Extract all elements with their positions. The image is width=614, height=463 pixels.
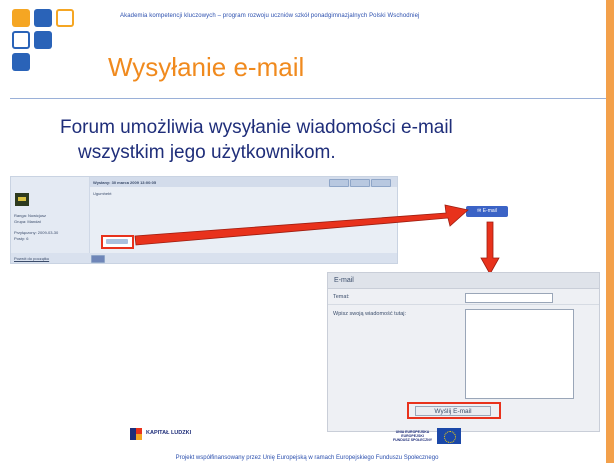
- forum-rank-label: Ranga: Nowicjusz: [14, 213, 47, 218]
- kapital-ludzki-logo: KAPITAŁ LUDZKI: [130, 427, 192, 440]
- eu-text: UNIA EUROPEJSKA EUROPEJSKI FUNDUSZ SPOŁE…: [393, 430, 432, 442]
- title-divider: [10, 98, 606, 99]
- body-text: Forum umożliwia wysyłanie wiadomości e-m…: [60, 115, 580, 165]
- slide: Akademia kompetencji kluczowych – progra…: [0, 0, 614, 463]
- forum-post-footer: [11, 253, 397, 263]
- forum-joined-label: Przyłączony: 2009-03-30: [14, 230, 59, 235]
- form-divider: [328, 304, 599, 305]
- subject-input[interactable]: [465, 293, 553, 303]
- right-accent-stripe: [606, 0, 614, 463]
- forum-post-screenshot: Wysłany: 30 marca 2009 13:00:05 Ugumhebt…: [10, 176, 398, 264]
- forum-group-label: Grupa: Mandat: [14, 219, 41, 224]
- logo-square-blue-2: [34, 31, 52, 49]
- email-button-zoomed-label: E-mail: [482, 208, 497, 214]
- eu-line-3: FUNDUSZ SPOŁECZNY: [393, 438, 433, 442]
- back-to-top-link[interactable]: Powrót do początku: [14, 256, 49, 261]
- footer-text: Projekt współfinansowany przez Unię Euro…: [175, 455, 439, 461]
- logo-square-orange: [12, 9, 30, 27]
- forum-greeting: Ugumhebt: [93, 191, 112, 196]
- logo-square-outline-blue: [12, 31, 30, 49]
- email-button-zoomed[interactable]: ✉ E-mail: [466, 206, 508, 217]
- subject-label: Temat:: [333, 294, 350, 300]
- delete-button[interactable]: [371, 179, 391, 187]
- eu-flag-icon: [437, 428, 462, 444]
- message-textarea[interactable]: [465, 309, 574, 399]
- program-header: Akademia kompetencji kluczowych – progra…: [120, 13, 420, 19]
- email-button-small[interactable]: [106, 239, 128, 244]
- profile-button[interactable]: [91, 255, 105, 263]
- send-button-highlight: Wyślij E-mail: [407, 402, 501, 419]
- kapital-ludzki-text: KAPITAŁ LUDZKI: [146, 430, 192, 436]
- logo-square-outline-orange: [56, 9, 74, 27]
- email-button-highlight[interactable]: [101, 235, 134, 249]
- eu-logo: UNIA EUROPEJSKA EUROPEJSKI FUNDUSZ SPOŁE…: [393, 428, 462, 444]
- email-form: E-mail Temat: Wpisz swoją wiadomość tuta…: [327, 272, 600, 432]
- quote-button[interactable]: [329, 179, 349, 187]
- edit-button[interactable]: [350, 179, 370, 187]
- eu-stars: [444, 431, 457, 443]
- send-email-button[interactable]: Wyślij E-mail: [415, 406, 491, 416]
- user-avatar: [15, 193, 29, 206]
- logo-square-blue: [34, 9, 52, 27]
- down-arrow: [480, 221, 500, 275]
- slide-title: Wysyłanie e-mail: [108, 52, 305, 82]
- logo-square-blue-3: [12, 53, 30, 71]
- body-line-1: Forum umożliwia wysyłanie wiadomości e-m…: [60, 117, 453, 138]
- forum-posts-label: Posty: 6: [14, 236, 29, 241]
- forum-sent-label: Wysłany: 30 marca 2009 13:00:05: [93, 180, 157, 185]
- body-line-2: wszystkim jego użytkownikom.: [78, 142, 336, 163]
- kapital-ludzki-mark: [130, 427, 142, 440]
- email-form-heading: E-mail: [328, 273, 599, 289]
- message-label: Wpisz swoją wiadomość tutaj:: [333, 311, 407, 317]
